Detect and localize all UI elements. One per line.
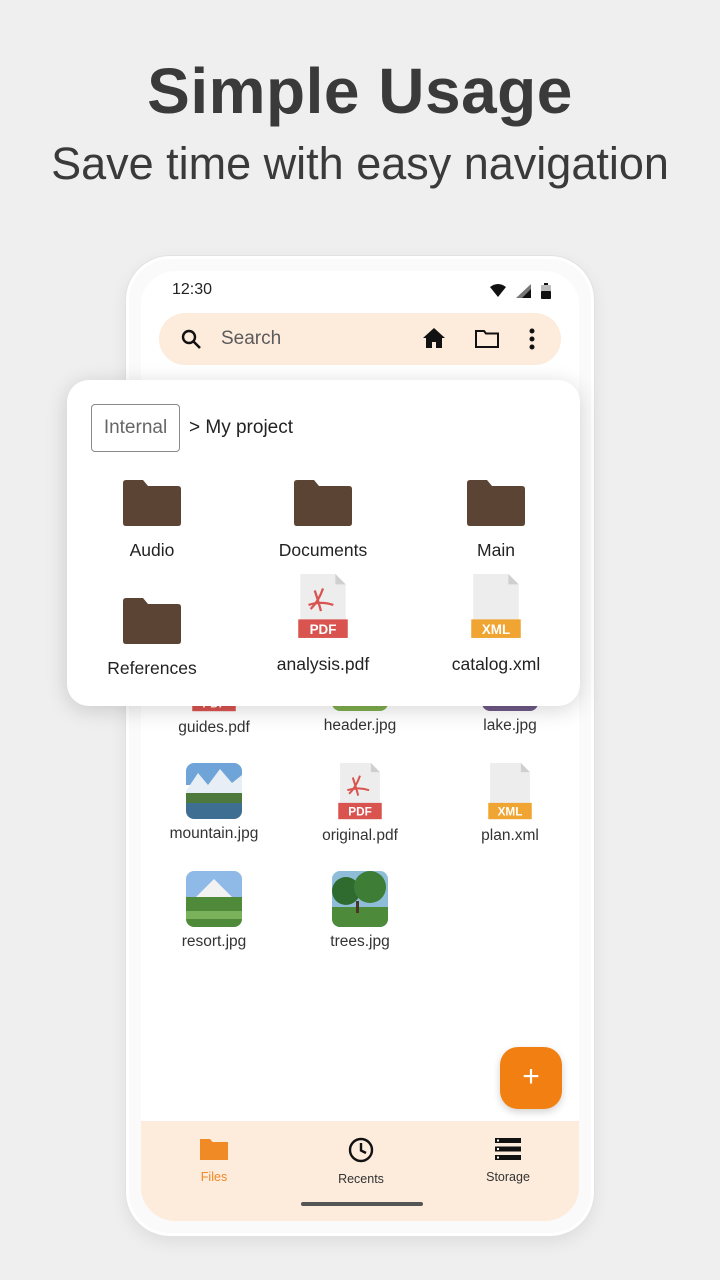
battery-icon xyxy=(541,283,551,299)
file-item[interactable]: XML plan.xml xyxy=(437,763,579,845)
svg-text:PDF: PDF xyxy=(310,622,337,637)
file-label: trees.jpg xyxy=(330,933,390,950)
item-label: Main xyxy=(477,540,515,560)
file-label: mountain.jpg xyxy=(169,825,259,842)
file-label: plan.xml xyxy=(481,827,539,844)
item-label: analysis.pdf xyxy=(276,654,370,674)
svg-text:XML: XML xyxy=(482,622,510,637)
folder-icon xyxy=(67,476,237,526)
subline: Save time with easy navigation xyxy=(51,138,669,189)
folder-icon xyxy=(238,476,408,526)
folder-icon xyxy=(200,1139,228,1160)
item-label: References xyxy=(107,658,197,678)
status-bar: 12:30 xyxy=(141,271,579,311)
nav-files[interactable]: Files xyxy=(164,1137,264,1184)
xml-file-icon: XML xyxy=(437,763,579,821)
folder-icon xyxy=(411,476,581,526)
svg-text:XML: XML xyxy=(498,806,523,819)
folder-item[interactable]: Main xyxy=(411,476,581,561)
file-label: lake.jpg xyxy=(483,717,537,734)
headline: Simple Usage xyxy=(147,55,573,127)
item-label: Documents xyxy=(278,540,368,560)
image-thumbnail xyxy=(332,871,388,927)
file-item[interactable]: trees.jpg xyxy=(287,871,433,951)
status-time: 12:30 xyxy=(172,281,213,298)
nav-recents[interactable]: Recents xyxy=(311,1137,411,1186)
wifi-icon xyxy=(490,284,506,297)
storage-icon xyxy=(495,1138,521,1160)
file-label: original.pdf xyxy=(322,827,398,844)
image-thumbnail xyxy=(186,763,242,819)
breadcrumb-root-chip[interactable]: Internal xyxy=(91,404,180,452)
search-input[interactable] xyxy=(221,325,401,353)
breadcrumb-path[interactable]: > My project xyxy=(189,417,293,439)
file-item[interactable]: XML catalog.xml xyxy=(411,574,581,675)
xml-file-icon: XML xyxy=(411,574,581,640)
signal-icon xyxy=(516,284,531,298)
nav-storage[interactable]: Storage xyxy=(458,1137,558,1184)
file-label: header.jpg xyxy=(323,717,397,734)
file-item[interactable]: resort.jpg xyxy=(141,871,287,951)
pdf-file-icon: PDF xyxy=(287,763,433,821)
folder-card: Internal > My project Audio Documents Main… xyxy=(67,380,580,706)
clock-icon xyxy=(348,1137,374,1163)
search-icon xyxy=(181,329,201,349)
file-label: resort.jpg xyxy=(181,933,247,950)
bottom-nav: Files Recents Storage xyxy=(141,1121,579,1221)
more-vert-icon[interactable] xyxy=(529,328,535,350)
item-label: Audio xyxy=(129,540,175,560)
add-fab-button[interactable]: + xyxy=(500,1047,562,1109)
search-bar[interactable] xyxy=(159,313,561,365)
file-item[interactable]: PDF analysis.pdf xyxy=(238,574,408,675)
folder-icon[interactable] xyxy=(475,329,499,348)
pdf-file-icon: PDF xyxy=(238,574,408,640)
nav-storage-label: Storage xyxy=(486,1170,530,1184)
breadcrumb: Internal > My project xyxy=(91,404,293,452)
file-item[interactable]: PDF original.pdf xyxy=(287,763,433,845)
file-item[interactable]: mountain.jpg xyxy=(141,763,287,843)
home-indicator xyxy=(301,1202,423,1206)
folder-icon xyxy=(67,594,237,644)
status-icons xyxy=(490,283,551,299)
folder-item[interactable]: Documents xyxy=(238,476,408,561)
nav-recents-label: Recents xyxy=(338,1172,384,1186)
item-label: catalog.xml xyxy=(451,654,541,674)
nav-files-label: Files xyxy=(200,1170,228,1184)
svg-text:PDF: PDF xyxy=(348,806,372,819)
home-icon[interactable] xyxy=(423,328,445,348)
folder-item[interactable]: References xyxy=(67,594,237,679)
file-label: guides.pdf xyxy=(178,719,250,736)
image-thumbnail xyxy=(186,871,242,927)
folder-item[interactable]: Audio xyxy=(67,476,237,561)
